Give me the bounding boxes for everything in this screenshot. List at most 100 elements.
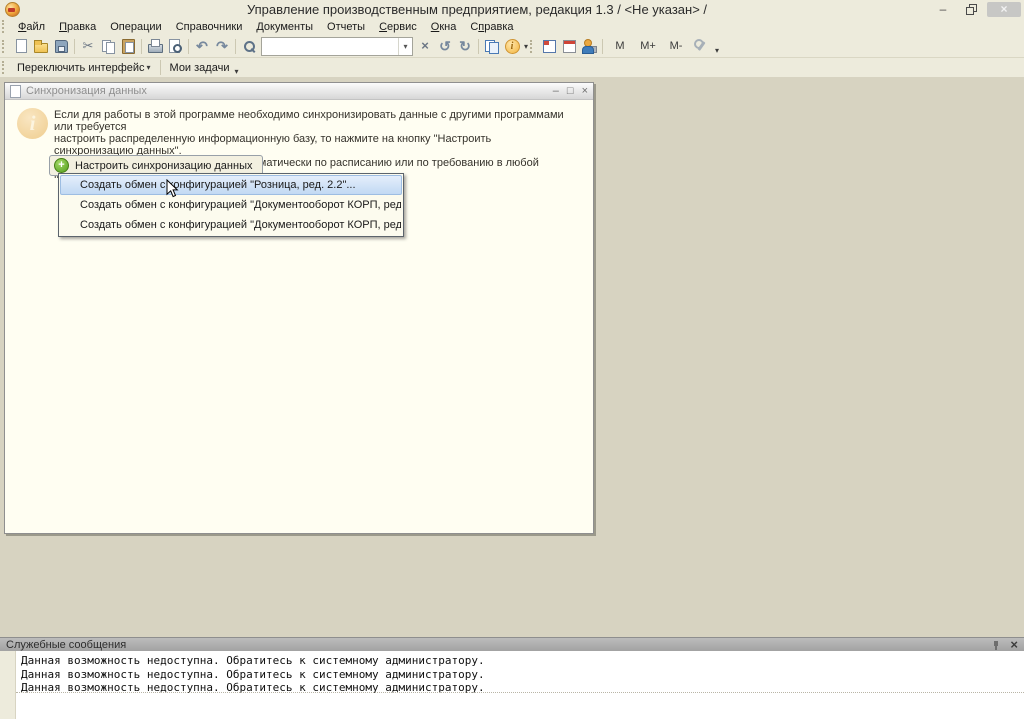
floppy-save-icon	[53, 38, 69, 54]
new-document-button[interactable]	[11, 36, 31, 56]
toolbar-grip[interactable]	[2, 61, 8, 74]
redo-button[interactable]: ↷	[212, 36, 232, 56]
toolbar-separator	[141, 39, 142, 54]
copy-button[interactable]	[98, 36, 118, 56]
toolbar-separator	[602, 39, 603, 54]
description-line: настроить распределенную информационную …	[54, 133, 564, 157]
search-combo: ▾	[261, 37, 413, 56]
toolbar-separator	[478, 39, 479, 54]
table-grid-icon	[541, 38, 557, 54]
window-title: Управление производственным предприятием…	[0, 2, 954, 17]
memory-recall-button[interactable]: M	[606, 36, 634, 56]
new-document-icon	[13, 38, 29, 54]
paste-clipboard-icon	[120, 38, 136, 54]
minimize-button[interactable]: –	[931, 2, 955, 17]
application-window: Управление производственным предприятием…	[0, 0, 1024, 719]
print-preview-button[interactable]	[165, 36, 185, 56]
restore-button[interactable]	[959, 2, 983, 17]
toolbar-separator	[160, 60, 161, 75]
dialog-close-button[interactable]: ×	[582, 86, 588, 97]
clear-search-button[interactable]: ×	[415, 36, 435, 56]
find-previous-button[interactable]: ↺	[435, 36, 455, 56]
description-line: Если для работы в этой программе необход…	[54, 109, 564, 133]
redo-arrow-icon: ↷	[216, 38, 228, 54]
menu-reports[interactable]: Отчеты	[320, 18, 372, 35]
toolbar-grip[interactable]	[530, 40, 536, 53]
print-button[interactable]	[145, 36, 165, 56]
toolbar-grip[interactable]	[2, 40, 8, 53]
menu-item-create-exchange-docflow-14[interactable]: Создать обмен с конфигурацией "Документо…	[60, 195, 402, 215]
toolbar-separator	[188, 39, 189, 54]
switch-interface-caret-icon: ▾	[147, 63, 151, 72]
paste-button[interactable]	[118, 36, 138, 56]
dialog-title-bar[interactable]: Синхронизация данных – □ ×	[5, 83, 593, 100]
calendar-button[interactable]	[559, 36, 579, 56]
menu-item-create-exchange-roznitsa[interactable]: Создать обмен с конфигурацией "Розница, …	[60, 175, 402, 195]
service-messages-header[interactable]: Служебные сообщения ×	[0, 637, 1024, 651]
menu-edit[interactable]: Правка	[52, 18, 103, 35]
tools-button[interactable]	[690, 36, 710, 56]
green-plus-icon: +	[54, 158, 69, 173]
interface-toolbar: Переключить интерфейс ▾ Мои задачи ▾	[0, 58, 1024, 78]
setup-sync-button-label: Настроить синхронизацию данных	[75, 160, 252, 172]
service-messages-close-button[interactable]: ×	[1010, 639, 1018, 651]
service-message[interactable]: Данная возможность недоступна. Обратитес…	[21, 654, 485, 668]
menu-file[interactable]: Файл	[11, 18, 52, 35]
pin-icon[interactable]	[992, 640, 1000, 650]
find-previous-icon: ↺	[439, 38, 451, 54]
menu-operations[interactable]: Операции	[103, 18, 168, 35]
menu-documents[interactable]: Документы	[249, 18, 320, 35]
window-copy-button[interactable]	[482, 36, 502, 56]
search-dropdown-button[interactable]: ▾	[398, 38, 412, 55]
message-list-divider	[16, 692, 1024, 693]
save-button[interactable]	[51, 36, 71, 56]
close-button[interactable]: ×	[987, 2, 1021, 17]
dialog-title: Синхронизация данных	[26, 85, 147, 97]
memory-minus-button[interactable]: M-	[662, 36, 690, 56]
formula-table-button[interactable]	[539, 36, 559, 56]
search-input[interactable]	[262, 38, 398, 55]
data-sync-dialog: Синхронизация данных – □ × i Если для ра…	[4, 82, 594, 534]
printer-icon	[147, 38, 163, 54]
undo-arrow-icon: ↶	[196, 38, 208, 54]
info-dropdown-caret-icon[interactable]: ▾	[524, 42, 528, 51]
standard-toolbar: ✂ ↶ ↷ ▾ × ↺ ↻ i ▾ M M+ M- ▾	[0, 35, 1024, 58]
cut-button[interactable]: ✂	[78, 36, 98, 56]
print-preview-icon	[167, 38, 183, 54]
service-message[interactable]: Данная возможность недоступна. Обратитес…	[21, 668, 485, 682]
sync-options-menu: Создать обмен с конфигурацией "Розница, …	[58, 173, 404, 237]
wrench-icon	[692, 38, 708, 54]
menu-windows[interactable]: Окна	[424, 18, 464, 35]
open-folder-icon	[33, 38, 49, 54]
search-button[interactable]	[239, 36, 259, 56]
switch-interface-button[interactable]: Переключить интерфейс ▾	[11, 59, 157, 76]
toolbar-separator	[235, 39, 236, 54]
service-messages-panel: Данная возможность недоступна. Обратитес…	[0, 651, 1024, 719]
info-circle-icon: i	[17, 108, 48, 139]
menu-service[interactable]: Сервис	[372, 18, 424, 35]
menu-item-create-exchange-docflow-2[interactable]: Создать обмен с конфигурацией "Документо…	[60, 215, 402, 235]
find-next-icon: ↻	[459, 38, 471, 54]
memory-plus-button[interactable]: M+	[634, 36, 662, 56]
info-icon: i	[505, 39, 520, 54]
dialog-document-icon	[10, 85, 21, 98]
dialog-minimize-button[interactable]: –	[553, 86, 559, 97]
tools-dropdown-caret-icon[interactable]: ▾	[715, 46, 719, 55]
switch-interface-label: Переключить интерфейс	[17, 62, 145, 74]
user-permissions-button[interactable]	[579, 36, 599, 56]
dialog-maximize-button[interactable]: □	[567, 86, 574, 97]
search-magnifier-icon	[241, 38, 257, 54]
service-info-button[interactable]: i	[502, 36, 522, 56]
user-lock-icon	[581, 38, 597, 54]
menu-help[interactable]: Справка	[463, 18, 520, 35]
find-next-button[interactable]: ↻	[455, 36, 475, 56]
menu-catalogs[interactable]: Справочники	[169, 18, 250, 35]
undo-button[interactable]: ↶	[192, 36, 212, 56]
toolbar-separator	[74, 39, 75, 54]
dialog-body: i Если для работы в этой программе необх…	[5, 100, 593, 532]
open-file-button[interactable]	[31, 36, 51, 56]
my-tasks-button[interactable]: Мои задачи ▾	[164, 59, 245, 76]
dialog-controls: – □ ×	[553, 86, 588, 97]
calendar-icon	[561, 38, 577, 54]
toolbar-grip[interactable]	[2, 20, 8, 33]
